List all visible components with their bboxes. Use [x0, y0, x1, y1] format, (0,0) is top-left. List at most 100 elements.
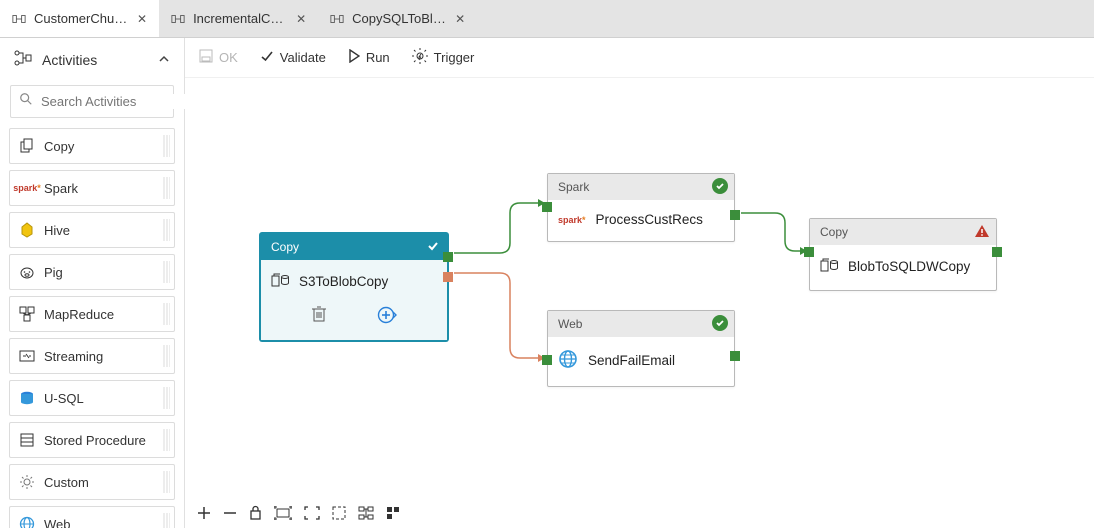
node-type-label: Copy	[271, 240, 299, 254]
node-type-label: Copy	[820, 225, 848, 239]
status-ok-icon	[712, 315, 728, 331]
ok-label: OK	[219, 50, 238, 65]
copy-icon	[820, 257, 838, 276]
node-type-label: Web	[558, 317, 582, 331]
activities-header[interactable]: Activities	[0, 38, 184, 81]
node-name: SendFailEmail	[588, 353, 675, 368]
output-success-port[interactable]	[992, 247, 1002, 257]
grip-icon	[159, 466, 173, 498]
trigger-icon	[412, 48, 428, 67]
activity-label: Spark	[44, 181, 78, 196]
pipeline-icon	[171, 12, 185, 26]
close-icon[interactable]: ✕	[296, 12, 306, 26]
lock-button[interactable]	[249, 505, 262, 520]
ok-button[interactable]: OK	[199, 49, 238, 66]
tab-incremental-copy[interactable]: IncrementalCo… ✕	[159, 0, 318, 37]
node-name: ProcessCustRecs	[596, 212, 703, 227]
play-icon	[348, 49, 360, 66]
activity-label: U-SQL	[44, 391, 84, 406]
node-blob-to-sqldw-copy[interactable]: Copy BlobToSQLDWCopy	[809, 218, 997, 291]
tab-label: CustomerChur…	[34, 11, 129, 26]
zoom-in-button[interactable]	[197, 506, 211, 520]
add-output-button[interactable]	[377, 305, 397, 330]
search-activities[interactable]	[10, 85, 174, 118]
copy-icon	[18, 137, 36, 155]
node-type-label: Spark	[558, 180, 589, 194]
usql-icon	[18, 389, 36, 407]
delete-button[interactable]	[311, 305, 327, 330]
check-icon	[260, 49, 274, 66]
grip-icon	[159, 256, 173, 288]
zoom-out-button[interactable]	[223, 506, 237, 520]
activity-usql[interactable]: U-SQL	[9, 380, 175, 416]
pipeline-toolbar: OK Validate Run Trigger	[185, 38, 1094, 78]
zoom-fit-button[interactable]	[304, 506, 320, 520]
node-process-cust-recs[interactable]: Spark spark* ProcessCustRecs	[547, 173, 735, 242]
web-icon	[558, 349, 578, 372]
tab-customer-churn[interactable]: CustomerChur… ✕	[0, 0, 159, 37]
streaming-icon	[18, 347, 36, 365]
mapreduce-icon	[18, 305, 36, 323]
tab-strip: CustomerChur… ✕ IncrementalCo… ✕ CopySQL…	[0, 0, 1094, 38]
run-label: Run	[366, 50, 390, 65]
output-success-port[interactable]	[730, 210, 740, 220]
grip-icon	[159, 424, 173, 456]
activity-spark[interactable]: spark* Spark	[9, 170, 175, 206]
web-icon	[18, 515, 36, 528]
tab-label: IncrementalCo…	[193, 11, 288, 26]
output-failure-port[interactable]	[443, 272, 453, 282]
activity-web[interactable]: Web	[9, 506, 175, 528]
status-ok-icon	[425, 238, 441, 254]
activities-sidebar: Activities Copy spark* Spark	[0, 38, 185, 528]
status-warning-icon	[974, 223, 990, 242]
activity-label: Copy	[44, 139, 74, 154]
validate-button[interactable]: Validate	[260, 49, 326, 66]
input-port[interactable]	[804, 247, 814, 257]
validate-label: Validate	[280, 50, 326, 65]
grip-icon	[159, 508, 173, 528]
activity-label: Hive	[44, 223, 70, 238]
canvas-tools	[197, 505, 400, 520]
activity-copy[interactable]: Copy	[9, 128, 175, 164]
grip-icon	[159, 382, 173, 414]
tab-copy-sql-to-blob[interactable]: CopySQLToBlo… ✕	[318, 0, 477, 37]
activity-custom[interactable]: Custom	[9, 464, 175, 500]
activity-stored-procedure[interactable]: Stored Procedure	[9, 422, 175, 458]
align-button[interactable]	[386, 506, 400, 520]
node-s3-to-blob-copy[interactable]: Copy S3ToBlobCopy	[260, 233, 448, 341]
close-icon[interactable]: ✕	[455, 12, 465, 26]
activity-mapreduce[interactable]: MapReduce	[9, 296, 175, 332]
activity-hive[interactable]: Hive	[9, 212, 175, 248]
stored-procedure-icon	[18, 431, 36, 449]
node-send-fail-email[interactable]: Web SendFailEmail	[547, 310, 735, 387]
grip-icon	[159, 172, 173, 204]
activities-label: Activities	[42, 52, 97, 68]
activity-label: Web	[44, 517, 71, 528]
pipeline-canvas[interactable]: Copy S3ToBlobCopy	[185, 78, 1094, 528]
auto-layout-button[interactable]	[358, 506, 374, 520]
grip-icon	[159, 340, 173, 372]
chevron-up-icon	[158, 52, 170, 68]
activity-label: MapReduce	[44, 307, 114, 322]
output-success-port[interactable]	[730, 351, 740, 361]
grip-icon	[159, 214, 173, 246]
activity-pig[interactable]: Pig	[9, 254, 175, 290]
activity-streaming[interactable]: Streaming	[9, 338, 175, 374]
trigger-button[interactable]: Trigger	[412, 48, 475, 67]
input-port[interactable]	[542, 202, 552, 212]
gear-icon	[18, 473, 36, 491]
output-success-port[interactable]	[443, 252, 453, 262]
node-name: BlobToSQLDWCopy	[848, 259, 970, 274]
fullscreen-button[interactable]	[332, 506, 346, 520]
spark-icon: spark*	[558, 215, 586, 225]
search-icon	[19, 92, 33, 111]
run-button[interactable]: Run	[348, 49, 390, 66]
activity-label: Custom	[44, 475, 89, 490]
activity-label: Pig	[44, 265, 63, 280]
save-icon	[199, 49, 213, 66]
zoom-100-button[interactable]	[274, 506, 292, 520]
pipeline-icon	[12, 12, 26, 26]
input-port[interactable]	[542, 355, 552, 365]
close-icon[interactable]: ✕	[137, 12, 147, 26]
status-ok-icon	[712, 178, 728, 194]
